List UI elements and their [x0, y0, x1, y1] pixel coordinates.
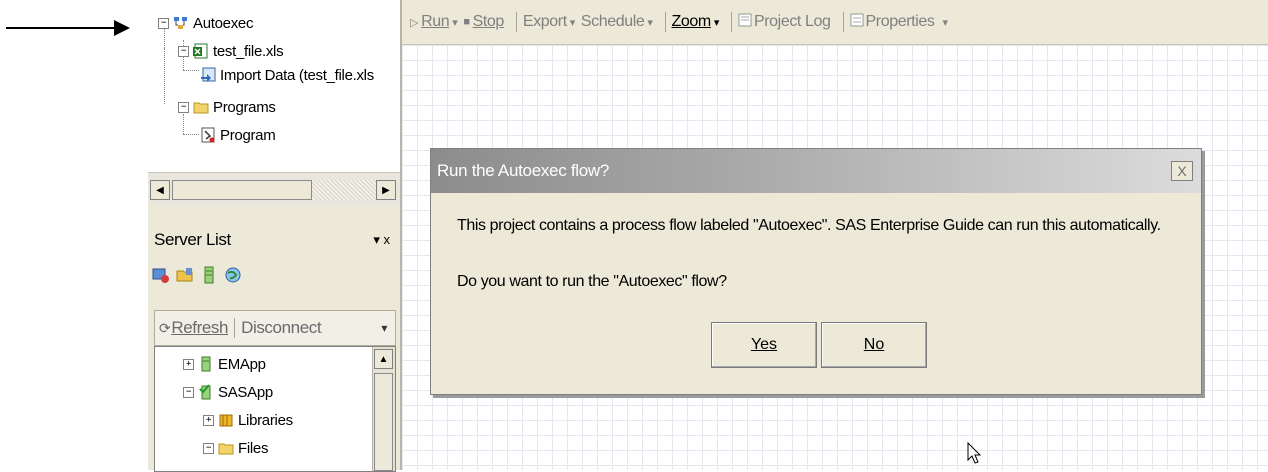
expand-toggle[interactable]: +	[203, 414, 214, 426]
vertical-scrollbar[interactable]: ▲	[372, 347, 395, 471]
stop-button[interactable]: Stop	[473, 13, 505, 31]
folder-icon	[218, 440, 234, 456]
tree-item-import-data[interactable]: Import Data (test_file.xls	[200, 64, 374, 86]
mouse-pointer-icon	[967, 441, 983, 470]
collapse-toggle[interactable]: −	[178, 45, 189, 57]
import-data-icon	[200, 67, 216, 83]
toolbar-separator	[515, 12, 517, 32]
collapse-toggle[interactable]: −	[183, 386, 194, 398]
scroll-up-button[interactable]: ▲	[374, 349, 393, 369]
server-icon	[198, 356, 214, 372]
toolbar-separator	[664, 12, 666, 32]
toolbar-separator	[234, 318, 236, 338]
libraries-icon	[218, 412, 234, 428]
expand-toggle[interactable]: +	[183, 358, 194, 370]
collapse-toggle[interactable]: −	[158, 17, 169, 29]
zoom-button[interactable]: Zoom	[672, 13, 712, 31]
chevron-down-icon[interactable]: ▾	[452, 16, 458, 29]
tree-item-emapp[interactable]: + EMApp	[183, 353, 266, 375]
horizontal-scrollbar[interactable]: ◀ ▶	[148, 172, 400, 207]
globe-icon[interactable]	[224, 266, 242, 288]
tree-item-label: Libraries	[238, 411, 293, 429]
annotation-arrow-line	[6, 27, 116, 29]
server-toolbar-icons	[152, 266, 242, 288]
server-tree: + EMApp − SASApp + Libraries − Files ▲	[154, 346, 396, 472]
folder-icon	[193, 99, 209, 115]
excel-file-icon	[193, 43, 209, 59]
tree-item-sasapp[interactable]: − SASApp	[183, 381, 273, 403]
process-flow-icon	[173, 15, 189, 31]
tree-item-label: Import Data (test_file.xls	[220, 66, 374, 84]
no-button-label: No	[863, 336, 885, 353]
tree-item-label: Autoexec	[193, 14, 254, 32]
panel-controls[interactable]: ▾ x	[373, 232, 390, 248]
chevron-down-icon[interactable]: ▾	[714, 16, 720, 29]
refresh-icon[interactable]: ⟳	[159, 320, 171, 337]
export-button[interactable]: Export	[523, 13, 567, 31]
schedule-button[interactable]: Schedule	[581, 13, 645, 31]
tree-item-label: SASApp	[218, 383, 273, 401]
dialog-title-bar[interactable]: Run the Autoexec flow?	[431, 149, 1201, 193]
server-list-panel: Server List ▾ x ⟳ Refresh Disconnect ▾ +…	[148, 206, 401, 472]
folder-server-icon[interactable]	[176, 266, 194, 288]
tree-item-label: EMApp	[218, 355, 266, 373]
server-list-toolbar: ⟳ Refresh Disconnect ▾	[154, 310, 396, 346]
connected-server-icon	[198, 384, 214, 400]
server-connect-icon[interactable]	[152, 266, 170, 288]
scroll-right-button[interactable]: ▶	[376, 180, 396, 200]
collapse-toggle[interactable]: −	[178, 101, 189, 113]
scroll-thumb[interactable]	[172, 180, 312, 200]
scroll-track[interactable]	[312, 180, 376, 200]
scroll-thumb[interactable]	[374, 373, 393, 471]
tree-item-programs[interactable]: − Programs	[178, 96, 276, 118]
tree-item-label: Program	[220, 126, 276, 144]
scroll-left-button[interactable]: ◀	[150, 180, 170, 200]
properties-icon	[850, 13, 864, 32]
dialog-message: This project contains a process flow lab…	[457, 217, 1161, 234]
run-button[interactable]: Run	[421, 13, 450, 31]
tree-item-test-file[interactable]: − test_file.xls	[178, 40, 284, 62]
run-autoexec-dialog: Run the Autoexec flow? X This project co…	[430, 148, 1202, 395]
panel-title: Server List	[154, 230, 231, 249]
dialog-title: Run the Autoexec flow?	[437, 161, 610, 180]
chevron-down-icon[interactable]: ▾	[570, 16, 576, 29]
tree-item-label: test_file.xls	[213, 42, 284, 60]
dialog-question: Do you want to run the "Autoexec" flow?	[457, 273, 727, 290]
program-icon	[200, 127, 216, 143]
tree-item-program[interactable]: Program	[200, 124, 276, 146]
tree-item-autoexec[interactable]: − Autoexec	[158, 12, 253, 34]
project-log-button[interactable]: Project Log	[754, 13, 831, 31]
chevron-down-icon[interactable]: ▾	[942, 16, 948, 29]
toolbar-separator	[842, 12, 844, 32]
chevron-down-icon[interactable]: ▾	[647, 16, 653, 29]
process-flow-toolbar: ▷ Run ▾ ■ Stop Export ▾ Schedule ▾ Zoom …	[402, 0, 1268, 45]
close-icon: X	[1177, 163, 1187, 179]
tree-item-label: Files	[238, 439, 269, 457]
toolbar-separator	[730, 12, 732, 32]
no-button[interactable]: No	[821, 322, 927, 368]
project-log-icon	[738, 13, 752, 32]
play-icon: ▷	[410, 16, 419, 29]
disconnect-button[interactable]: Disconnect	[241, 318, 322, 338]
chevron-down-icon[interactable]: ▾	[381, 321, 387, 335]
project-tree: − Autoexec − test_file.xls Import Data (…	[148, 0, 401, 172]
tree-item-files[interactable]: − Files	[203, 437, 268, 459]
refresh-button[interactable]: Refresh	[171, 318, 228, 338]
tree-item-label: Programs	[213, 98, 276, 116]
collapse-toggle[interactable]: −	[203, 442, 214, 454]
tree-item-libraries[interactable]: + Libraries	[203, 409, 293, 431]
annotation-arrow-head	[114, 20, 130, 36]
properties-button[interactable]: Properties	[866, 13, 935, 31]
yes-button[interactable]: Yes	[711, 322, 817, 368]
stop-icon: ■	[463, 16, 470, 28]
yes-button-label: Yes	[750, 336, 778, 353]
server-icon[interactable]	[200, 266, 218, 288]
close-button[interactable]: X	[1171, 161, 1193, 181]
